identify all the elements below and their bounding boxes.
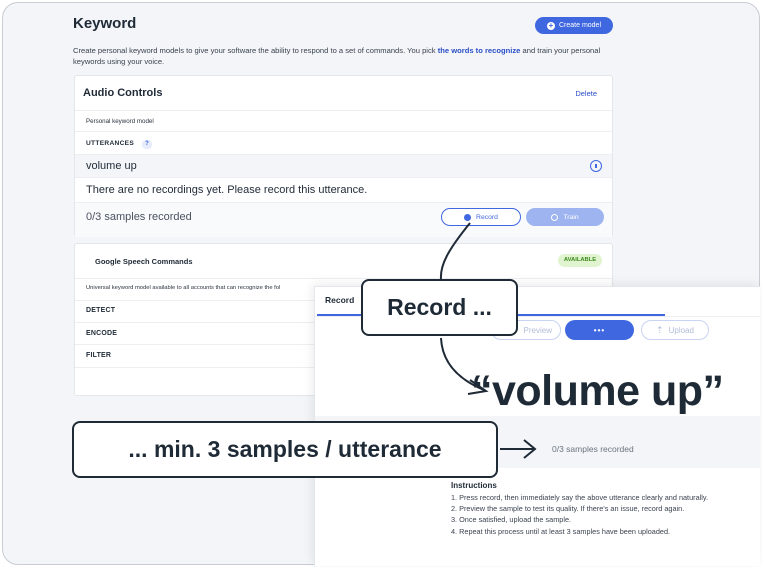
divider (75, 278, 612, 279)
upload-icon: ⇡ (656, 324, 664, 335)
instructions-list: 1. Press record, then immediately say th… (451, 492, 741, 537)
create-model-button[interactable]: + Create model (535, 17, 613, 34)
record-button[interactable]: Record (441, 208, 521, 226)
status-badge: AVAILABLE (558, 254, 602, 267)
no-recordings-row: There are no recordings yet. Please reco… (75, 178, 612, 202)
speech-commands-title: Google Speech Commands (95, 257, 193, 266)
upload-button-label: Upload (668, 325, 694, 335)
audio-controls-header: Audio Controls Delete (75, 76, 612, 111)
section-detect[interactable]: DETECT (86, 307, 115, 314)
intro-part1: Create personal keyword models to give y… (73, 46, 438, 55)
recording-button[interactable]: ••• (565, 320, 634, 340)
instructions-title: Instructions (451, 481, 497, 490)
train-button-label: Train (563, 213, 579, 221)
create-model-label: Create model (558, 22, 602, 29)
instruction-item: 3. Once satisfied, upload the sample. (451, 515, 572, 525)
tab-record[interactable]: Record (325, 295, 354, 305)
remove-utterance-icon[interactable] (590, 160, 602, 172)
preview-button-label: Preview (523, 325, 552, 335)
section-encode[interactable]: ENCODE (86, 330, 117, 337)
no-recordings-text: There are no recordings yet. Please reco… (86, 184, 368, 196)
plus-icon: + (546, 20, 555, 30)
utterances-label: UTTERANCES (86, 140, 135, 147)
utterance-text: volume up (86, 160, 137, 172)
instruction-item: 2. Preview the sample to test its qualit… (451, 504, 685, 514)
samples-status: 0/3 samples recorded (86, 211, 192, 223)
recording-button-label: ••• (593, 325, 606, 335)
words-to-recognize-link[interactable]: the words to recognize (438, 46, 521, 55)
instruction-item: 4. Repeat this process until at least 3 … (451, 526, 671, 536)
page-title: Keyword (73, 15, 137, 32)
section-filter[interactable]: FILTER (86, 352, 111, 359)
samples-row: 0/3 samples recorded Record Train (75, 202, 612, 237)
model-type-text: Personal keyword model (86, 118, 154, 125)
audio-controls-title: Audio Controls (83, 87, 163, 99)
audio-controls-card: Audio Controls Delete Personal keyword m… (74, 75, 613, 237)
help-icon[interactable]: ? (142, 140, 152, 149)
train-button[interactable]: Train (526, 208, 604, 226)
record-dot-icon (464, 213, 472, 221)
record-callout: Record ... (361, 279, 518, 336)
utterance-phrase: “volume up” (471, 367, 724, 415)
model-type-row: Personal keyword model (75, 111, 612, 132)
instruction-item: 1. Press record, then immediately say th… (451, 493, 709, 502)
intro-text: Create personal keyword models to give y… (73, 45, 613, 67)
upload-button[interactable]: ⇡ Upload (641, 320, 709, 340)
samples-callout: ... min. 3 samples / utterance (72, 421, 498, 478)
record-button-label: Record (476, 213, 498, 221)
panel-samples-status: 0/3 samples recorded (552, 444, 634, 454)
clock-icon (551, 213, 559, 221)
delete-link[interactable]: Delete (575, 89, 597, 98)
utterance-row[interactable]: volume up (75, 155, 612, 178)
utterances-row: UTTERANCES ? (75, 132, 612, 155)
